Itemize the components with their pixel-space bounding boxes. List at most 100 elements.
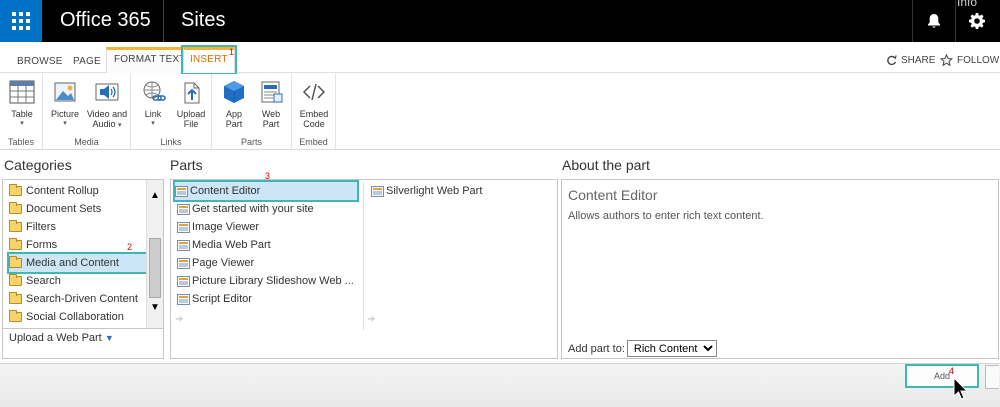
embed-code-button[interactable]: Embed Code bbox=[298, 80, 330, 129]
upload-web-part-label: Upload a Web Part bbox=[9, 332, 102, 344]
part-item[interactable]: Picture Library Slideshow Web ... bbox=[177, 272, 354, 290]
about-part-panel: Content Editor Allows authors to enter r… bbox=[561, 179, 999, 359]
category-item[interactable]: Filters bbox=[9, 218, 56, 236]
part-label: Script Editor bbox=[192, 293, 252, 305]
parts-list[interactable]: Content Editor 3 Get started with your s… bbox=[170, 171, 558, 359]
folder-icon bbox=[9, 274, 22, 286]
tab-page[interactable]: PAGE bbox=[73, 52, 101, 73]
waffle-icon[interactable] bbox=[0, 0, 42, 42]
scroll-right-arrow-icon[interactable]: ➜ bbox=[367, 314, 375, 325]
settings-button[interactable] bbox=[955, 0, 997, 42]
suite-bar: Office 365 Sites Info bbox=[0, 0, 1000, 42]
tab-insert[interactable]: INSERT bbox=[181, 45, 237, 75]
category-item[interactable]: Content Rollup bbox=[9, 182, 99, 200]
category-item[interactable]: Search bbox=[9, 272, 61, 290]
part-item[interactable]: Silverlight Web Part bbox=[371, 182, 482, 200]
app-part-button[interactable]: App Part bbox=[218, 80, 250, 129]
annotation-number-2: 2 bbox=[127, 242, 133, 252]
web-part-icon bbox=[257, 80, 285, 106]
tab-browse[interactable]: BROWSE bbox=[17, 52, 63, 73]
table-button[interactable]: Table ▾ bbox=[6, 80, 38, 129]
part-item[interactable]: Get started with your site bbox=[177, 200, 314, 218]
web-part-label-line2: Part bbox=[262, 119, 280, 129]
picture-button-label: Picture bbox=[50, 109, 79, 119]
part-label: Image Viewer bbox=[192, 221, 260, 233]
upload-file-icon bbox=[177, 80, 205, 106]
part-label: Picture Library Slideshow Web ... bbox=[192, 275, 354, 287]
category-item[interactable]: Search-Driven Content bbox=[9, 290, 138, 308]
chevron-down-icon: ▾ bbox=[151, 120, 155, 127]
part-item[interactable]: Page Viewer bbox=[177, 254, 254, 272]
categories-scrollbar[interactable]: ▲ ▼ bbox=[146, 180, 163, 328]
app-part-label-line1: App bbox=[225, 109, 242, 119]
about-part-name: Content Editor bbox=[568, 187, 658, 203]
notifications-button[interactable] bbox=[912, 0, 954, 42]
share-button[interactable]: SHARE bbox=[885, 54, 935, 66]
cancel-button[interactable] bbox=[985, 365, 999, 389]
folder-icon bbox=[9, 256, 22, 268]
category-item[interactable]: Social Collaboration bbox=[9, 308, 124, 326]
scroll-down-arrow-icon[interactable]: ▼ bbox=[150, 302, 160, 313]
part-label: Page Viewer bbox=[192, 257, 255, 269]
link-button[interactable]: Link ▾ bbox=[137, 80, 169, 129]
table-icon bbox=[8, 80, 36, 106]
tab-format-text[interactable]: FORMAT TEXT bbox=[106, 47, 194, 73]
web-part-item-icon bbox=[177, 257, 190, 269]
ribbon-insert: Table ▾ Tables Picture ▾ Video and Audio… bbox=[0, 74, 1000, 150]
upload-file-label-line1: Upload bbox=[176, 109, 206, 119]
about-heading: About the part bbox=[562, 157, 650, 173]
group-label-parts: Parts bbox=[240, 137, 262, 147]
web-part-label-line1: Web bbox=[261, 109, 281, 119]
web-part-item-icon bbox=[371, 185, 384, 197]
category-item-selected[interactable]: Media and Content bbox=[7, 252, 149, 274]
app-part-icon bbox=[220, 80, 248, 106]
folder-icon bbox=[9, 184, 22, 196]
category-item[interactable]: Forms bbox=[9, 236, 57, 254]
embed-code-icon bbox=[300, 80, 328, 106]
scrollbar-thumb[interactable] bbox=[149, 238, 161, 298]
bell-icon bbox=[927, 14, 940, 28]
part-item[interactable]: Image Viewer bbox=[177, 218, 259, 236]
picture-button[interactable]: Picture ▾ bbox=[48, 80, 82, 129]
site-title[interactable]: Sites bbox=[181, 9, 225, 32]
embed-code-label-line2: Code bbox=[303, 119, 325, 129]
annotation-number-3: 3 bbox=[265, 171, 271, 181]
folder-icon bbox=[9, 238, 22, 250]
part-item-selected[interactable]: Content Editor bbox=[173, 180, 359, 202]
web-part-item-icon bbox=[177, 293, 190, 305]
part-item[interactable]: Script Editor bbox=[177, 290, 252, 308]
picture-icon bbox=[51, 80, 79, 106]
part-item[interactable]: Media Web Part bbox=[177, 236, 271, 254]
part-label: Get started with your site bbox=[192, 203, 314, 215]
video-audio-label-line2: Audio bbox=[92, 119, 116, 129]
web-part-picker: Categories Content Rollup Document Sets … bbox=[0, 151, 1000, 363]
category-item[interactable]: Document Sets bbox=[9, 200, 101, 218]
star-icon bbox=[940, 54, 953, 67]
web-part-button[interactable]: Web Part bbox=[255, 80, 287, 129]
scroll-left-arrow-icon[interactable]: ➜ bbox=[175, 314, 183, 325]
part-label: Content Editor bbox=[190, 185, 261, 197]
add-part-to-select[interactable]: Rich Content bbox=[626, 340, 717, 357]
annotation-number-1: 1 bbox=[229, 47, 235, 57]
app-part-label-line2: Part bbox=[225, 119, 243, 129]
video-and-audio-button[interactable]: Video and Audio ▾ bbox=[85, 80, 129, 131]
categories-list[interactable]: Content Rollup Document Sets Filters For… bbox=[2, 179, 164, 329]
upload-file-button[interactable]: Upload File bbox=[173, 80, 209, 129]
ribbon-tab-row: BROWSE PAGE FORMAT TEXT INSERT 1 SHARE F… bbox=[0, 42, 1000, 75]
add-part-to: Add part to: Rich Content bbox=[568, 340, 717, 357]
chevron-down-icon: ▾ bbox=[118, 122, 122, 129]
embed-code-label-line1: Embed bbox=[299, 109, 329, 119]
upload-web-part-link[interactable]: Upload a Web Part ▼ bbox=[2, 329, 164, 359]
scroll-up-arrow-icon[interactable]: ▲ bbox=[150, 190, 160, 201]
web-part-item-icon bbox=[177, 221, 190, 233]
web-part-item-icon bbox=[177, 203, 190, 215]
video-audio-icon bbox=[93, 80, 121, 106]
follow-button[interactable]: FOLLOW bbox=[940, 54, 999, 67]
categories-heading: Categories bbox=[4, 157, 72, 173]
add-part-to-label: Add part to: bbox=[568, 342, 625, 355]
ribbon-group-links: Link ▾ Upload File Links bbox=[131, 74, 212, 150]
annotation-number-4: 4 bbox=[949, 366, 955, 376]
link-icon bbox=[139, 80, 167, 106]
app-brand[interactable]: Office 365 bbox=[60, 9, 151, 32]
group-label-links: Links bbox=[160, 137, 182, 147]
